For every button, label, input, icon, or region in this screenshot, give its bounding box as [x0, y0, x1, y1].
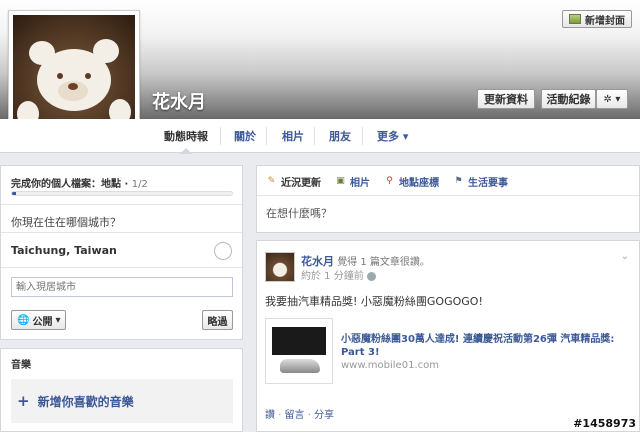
- divider: [257, 195, 639, 196]
- post-body: 我要抽汽車精品獎! 小惡魔粉絲團GOGOGO!: [265, 295, 483, 308]
- tab-friends[interactable]: 朋友: [329, 119, 351, 153]
- completion-title: 完成你的個人檔案：地點 · 1/2: [11, 175, 148, 190]
- select-city-radio[interactable]: [214, 242, 232, 260]
- status-composer: ✎ 近況更新 ▣ 相片 ⚲ 地點座標 ⚑ 生活要事 在想什麼嗎？: [256, 165, 640, 233]
- link-title[interactable]: 小惡魔粉絲團30萬人達成! 連續慶祝活動第26彈 汽車精品獎: Part 3!: [341, 333, 631, 359]
- post-actions: 讚 · 留言 · 分享: [265, 406, 334, 421]
- add-cover-button[interactable]: 新增封面: [562, 10, 632, 28]
- watermark: #1458973: [573, 417, 636, 430]
- comment-link[interactable]: 留言: [285, 410, 305, 421]
- add-music-label: 新增你喜歡的音樂: [37, 394, 134, 409]
- add-cover-label: 新增封面: [585, 15, 625, 27]
- profile-name: 花水月: [152, 92, 206, 113]
- link-thumbnail[interactable]: [265, 318, 333, 384]
- status-input[interactable]: 在想什麼嗎？: [266, 205, 332, 221]
- completion-title-text: 完成你的個人檔案：地點 ·: [11, 179, 129, 190]
- completion-progress-text: 1/2: [131, 179, 148, 190]
- gear-icon: ✲ ▾: [603, 93, 621, 105]
- tab-divider: [314, 127, 315, 145]
- settings-gear-button[interactable]: ✲ ▾: [596, 89, 628, 109]
- progress-fill: [12, 192, 17, 195]
- chevron-down-icon[interactable]: ⌄: [621, 251, 629, 262]
- tab-divider: [362, 127, 363, 145]
- share-link[interactable]: 分享: [314, 410, 334, 421]
- music-heading: 音樂: [11, 360, 31, 371]
- globe-icon: 🌐: [17, 314, 30, 326]
- activity-log-button[interactable]: 活動紀錄: [541, 89, 596, 109]
- bear-eye-left: [57, 73, 63, 79]
- plus-icon: +: [17, 392, 30, 410]
- tab-divider: [220, 127, 221, 145]
- bear-nose: [68, 83, 78, 90]
- composer-tab-status[interactable]: ✎ 近況更新: [266, 174, 321, 189]
- tab-divider: [266, 127, 267, 145]
- separator-dot: ·: [275, 410, 285, 421]
- bear-head: [37, 49, 111, 111]
- composer-tab-label: 近況更新: [281, 178, 321, 189]
- like-link[interactable]: 讚: [265, 410, 275, 421]
- add-music-button[interactable]: + 新增你喜歡的音樂: [11, 379, 233, 423]
- city-input[interactable]: [11, 277, 233, 297]
- music-panel: 音樂 + 新增你喜歡的音樂: [0, 348, 243, 432]
- pencil-icon: ✎: [267, 176, 276, 186]
- composer-tab-life-event[interactable]: ⚑ 生活要事: [453, 174, 508, 189]
- bear-eye-right: [85, 73, 91, 79]
- tab-about[interactable]: 關於: [234, 119, 256, 153]
- photo-icon: ▣: [336, 176, 345, 186]
- divider: [1, 232, 242, 233]
- map-pin-icon: ⚲: [386, 176, 393, 186]
- composer-tab-label: 地點座標: [399, 178, 439, 189]
- privacy-selector-button[interactable]: 🌐 公開 ▾: [11, 310, 67, 330]
- tab-photos[interactable]: 相片: [282, 119, 304, 153]
- product-box-image: [272, 327, 326, 355]
- feed-post: 花水月 覺得 1 篇文章很讚。 約於 1 分鐘前 ⌄ 我要抽汽車精品獎! 小惡魔…: [256, 240, 640, 432]
- car-image: [280, 359, 320, 373]
- chevron-down-icon: ▾: [55, 314, 61, 326]
- city-question: 你現在住在哪個城市？: [11, 216, 121, 229]
- update-info-button[interactable]: 更新資料: [477, 89, 535, 109]
- divider: [1, 204, 242, 205]
- separator-dot: ·: [304, 410, 315, 421]
- photo-icon: [569, 14, 581, 24]
- composer-tab-label: 相片: [350, 178, 370, 189]
- completion-progress-bar: [11, 191, 233, 196]
- divider: [1, 267, 242, 268]
- profile-tab-bar: 動態時報 關於 相片 朋友 更多 ▾: [0, 119, 640, 154]
- globe-icon: [366, 271, 376, 281]
- post-time-text[interactable]: 約於 1 分鐘前: [301, 271, 364, 282]
- composer-tab-place[interactable]: ⚲ 地點座標: [384, 174, 439, 189]
- composer-tab-photo[interactable]: ▣ 相片: [335, 174, 370, 189]
- tab-timeline[interactable]: 動態時報: [164, 119, 208, 154]
- composer-tab-label: 生活要事: [468, 178, 508, 189]
- post-timestamp: 約於 1 分鐘前: [301, 267, 376, 282]
- link-url: www.mobile01.com: [341, 360, 439, 371]
- suggested-city: Taichung, Taiwan: [11, 244, 117, 257]
- privacy-label: 公開: [32, 316, 53, 328]
- skip-button[interactable]: 略過: [202, 310, 233, 330]
- post-author-avatar[interactable]: [265, 252, 295, 282]
- tab-more[interactable]: 更多 ▾: [377, 119, 408, 153]
- profile-completion-panel: 完成你的個人檔案：地點 · 1/2 你現在住在哪個城市？ Taichung, T…: [0, 165, 243, 340]
- flag-icon: ⚑: [454, 176, 463, 186]
- composer-tabs: ✎ 近況更新 ▣ 相片 ⚲ 地點座標 ⚑ 生活要事: [266, 174, 508, 189]
